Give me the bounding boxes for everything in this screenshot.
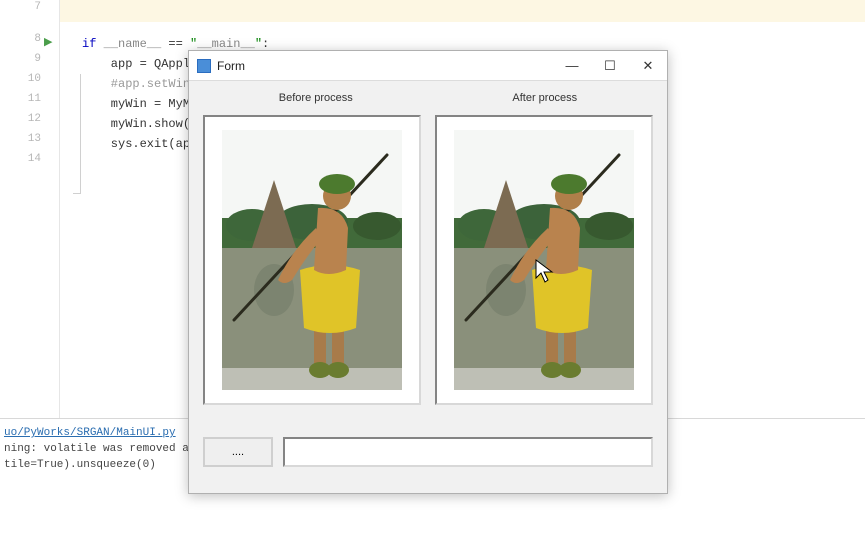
window-title: Form: [217, 59, 553, 73]
before-label: Before process: [279, 92, 353, 104]
titlebar[interactable]: Form — ☐ ✕: [189, 51, 667, 81]
after-image-panel: [435, 115, 653, 405]
line-number: 14: [11, 153, 41, 165]
after-image: [454, 130, 634, 390]
code-line: [82, 1, 269, 21]
console-path-link[interactable]: uo/PyWorks/SRGAN/MainUI.py: [4, 427, 176, 439]
before-image: [222, 130, 402, 390]
action-button[interactable]: ....: [203, 437, 273, 467]
image-panels-row: [189, 115, 667, 405]
line-number: 8: [11, 33, 41, 45]
line-number: 12: [11, 113, 41, 125]
fold-bracket: [73, 74, 81, 194]
line-number: 13: [11, 133, 41, 145]
minimize-button[interactable]: —: [553, 52, 591, 80]
app-icon: [197, 59, 211, 73]
run-arrow-icon[interactable]: ▶: [44, 35, 52, 48]
line-number: 11: [11, 93, 41, 105]
form-dialog: Form — ☐ ✕ Before process After process: [188, 50, 668, 494]
after-label: After process: [512, 92, 577, 104]
bottom-controls: ....: [189, 423, 667, 481]
close-button[interactable]: ✕: [629, 52, 667, 80]
path-input[interactable]: [283, 437, 653, 467]
image-labels-row: Before process After process: [189, 81, 667, 115]
line-number: 9: [11, 53, 41, 65]
line-number: 7: [11, 1, 41, 13]
maximize-button[interactable]: ☐: [591, 52, 629, 80]
line-number: 10: [11, 73, 41, 85]
before-image-panel: [203, 115, 421, 405]
